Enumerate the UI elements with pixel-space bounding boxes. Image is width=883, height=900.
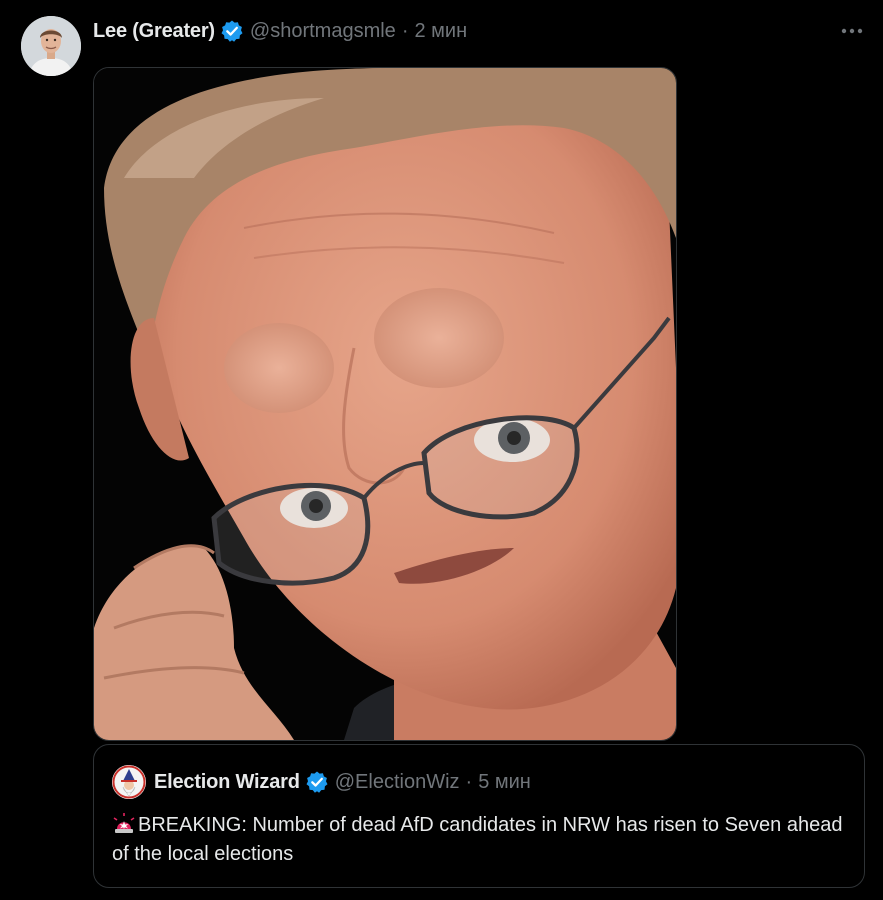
separator-dot: · xyxy=(465,770,473,793)
tweet-header: Lee (Greater) @shortmagsmle · 2 мин xyxy=(93,16,467,46)
quoted-tweet-header: Election Wizard @ElectionWiz · 5 мин xyxy=(112,765,531,799)
author-name[interactable]: Lee (Greater) xyxy=(93,20,215,43)
tweet-timestamp[interactable]: 2 мин xyxy=(414,20,467,43)
quoted-author-handle[interactable]: @ElectionWiz xyxy=(335,771,460,794)
verified-badge-icon xyxy=(305,770,329,794)
quoted-tweet[interactable]: Election Wizard @ElectionWiz · 5 мин BRE… xyxy=(93,744,865,888)
more-options-icon[interactable] xyxy=(839,18,865,44)
siren-icon xyxy=(112,812,136,834)
tweet[interactable]: Lee (Greater) @shortmagsmle · 2 мин Elec… xyxy=(0,0,883,900)
quoted-author-avatar[interactable] xyxy=(112,765,146,799)
author-handle[interactable]: @shortmagsmle xyxy=(250,20,396,43)
author-avatar[interactable] xyxy=(21,16,81,76)
quoted-tweet-timestamp[interactable]: 5 мин xyxy=(478,771,531,794)
separator-dot: · xyxy=(401,19,409,42)
verified-badge-icon xyxy=(220,19,244,43)
quoted-tweet-body: BREAKING: Number of dead AfD candidates … xyxy=(112,814,843,865)
tweet-media-photo[interactable] xyxy=(93,67,677,741)
quoted-author-name[interactable]: Election Wizard xyxy=(154,771,300,794)
quoted-tweet-text: BREAKING: Number of dead AfD candidates … xyxy=(112,811,852,869)
